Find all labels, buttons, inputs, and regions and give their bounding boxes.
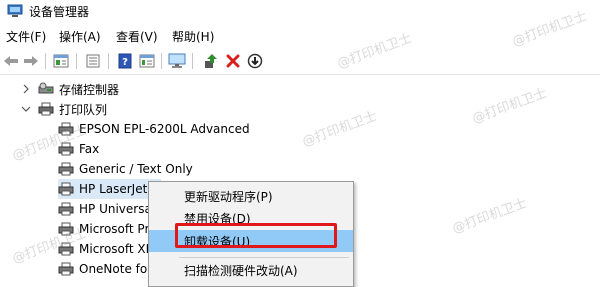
menu-item-label: 卸载设备(U) xyxy=(184,234,251,249)
tree-node-storage-controller[interactable]: 存储控制器 xyxy=(20,79,119,99)
tree-item-label: Microsoft XI xyxy=(79,242,150,256)
tree-item-label: HP LaserJet xyxy=(79,182,148,196)
printer-icon xyxy=(58,242,74,256)
menu-help[interactable]: 帮助(H) xyxy=(172,28,214,45)
menu-bar: 文件(F) 操作(A) 查看(V) 帮助(H) xyxy=(0,25,600,47)
printer-icon xyxy=(58,202,74,216)
menu-item-label: 禁用设备(D) xyxy=(184,211,251,226)
tree-item-label: OneNote fo xyxy=(79,262,148,276)
toolbar-separator xyxy=(108,53,109,69)
disable-device-icon[interactable] xyxy=(246,52,264,70)
tree-item-label: Fax xyxy=(79,142,100,156)
printer-icon xyxy=(58,162,74,176)
back-arrow-icon[interactable] xyxy=(2,52,20,70)
view-icon[interactable] xyxy=(138,52,156,70)
context-menu: 更新驱动程序(P) 禁用设备(D) 卸载设备(U) 扫描检测硬件改动(A) xyxy=(148,181,354,287)
printer-icon xyxy=(58,122,74,136)
properties-icon[interactable] xyxy=(52,52,70,70)
update-driver-icon[interactable] xyxy=(202,52,220,70)
printer-icon xyxy=(58,262,74,276)
uninstall-icon[interactable] xyxy=(224,52,242,70)
menu-action[interactable]: 操作(A) xyxy=(59,28,101,45)
device-manager-icon xyxy=(7,4,23,17)
tree-item-printer[interactable]: Microsoft XI xyxy=(58,239,149,259)
menu-item-label: 更新驱动程序(P) xyxy=(184,189,273,204)
printer-icon xyxy=(58,182,74,196)
menu-file[interactable]: 文件(F) xyxy=(6,28,46,45)
window-title: 设备管理器 xyxy=(29,5,90,19)
tree-item-printer[interactable]: Microsoft Pr xyxy=(58,219,149,239)
printer-icon xyxy=(58,222,74,236)
tree-item-printer-selected[interactable]: HP LaserJet xyxy=(58,179,162,199)
toolbar-separator xyxy=(76,53,77,69)
menu-separator xyxy=(179,257,349,258)
tree-item-printer[interactable]: Generic / Text Only xyxy=(58,159,193,179)
device-list-icon[interactable] xyxy=(84,52,102,70)
menu-item-label: 扫描检测硬件改动(A) xyxy=(184,263,298,278)
tree-item-label: HP Universa xyxy=(79,202,152,216)
menu-view[interactable]: 查看(V) xyxy=(116,28,158,45)
tree-node-label: 存储控制器 xyxy=(59,82,120,97)
tree-node-label: 打印队列 xyxy=(59,102,108,117)
storage-controller-icon xyxy=(38,82,54,96)
title-bar: 设备管理器 xyxy=(0,0,600,24)
toolbar-separator xyxy=(161,53,162,69)
menu-item-disable-device[interactable]: 禁用设备(D) xyxy=(149,207,353,229)
printer-icon xyxy=(58,142,74,156)
tree-item-printer[interactable]: HP Universa xyxy=(58,199,152,219)
toolbar-separator xyxy=(45,53,46,69)
tree-item-printer[interactable]: OneNote fo xyxy=(58,259,147,279)
help-icon[interactable]: ? xyxy=(116,52,134,70)
chevron-down-icon[interactable] xyxy=(20,103,32,115)
forward-arrow-icon[interactable] xyxy=(22,52,40,70)
tree-item-label: Microsoft Pr xyxy=(79,222,150,236)
svg-text:?: ? xyxy=(122,57,128,68)
print-queue-icon xyxy=(38,102,54,116)
tree-item-label: Generic / Text Only xyxy=(79,162,193,176)
tree-item-printer[interactable]: EPSON EPL-6200L Advanced xyxy=(58,119,250,139)
menu-item-update-driver[interactable]: 更新驱动程序(P) xyxy=(149,185,353,207)
menu-item-scan-hardware[interactable]: 扫描检测硬件改动(A) xyxy=(149,259,353,281)
tree-item-label: EPSON EPL-6200L Advanced xyxy=(79,122,250,136)
toolbar-separator xyxy=(192,53,193,69)
monitor-icon[interactable] xyxy=(168,52,186,70)
tree-item-printer[interactable]: Fax xyxy=(58,139,99,159)
tree-node-print-queue[interactable]: 打印队列 xyxy=(20,99,107,119)
menu-item-uninstall-device[interactable]: 卸载设备(U) xyxy=(149,230,353,252)
toolbar: ? xyxy=(0,49,600,75)
chevron-right-icon[interactable] xyxy=(20,83,32,95)
